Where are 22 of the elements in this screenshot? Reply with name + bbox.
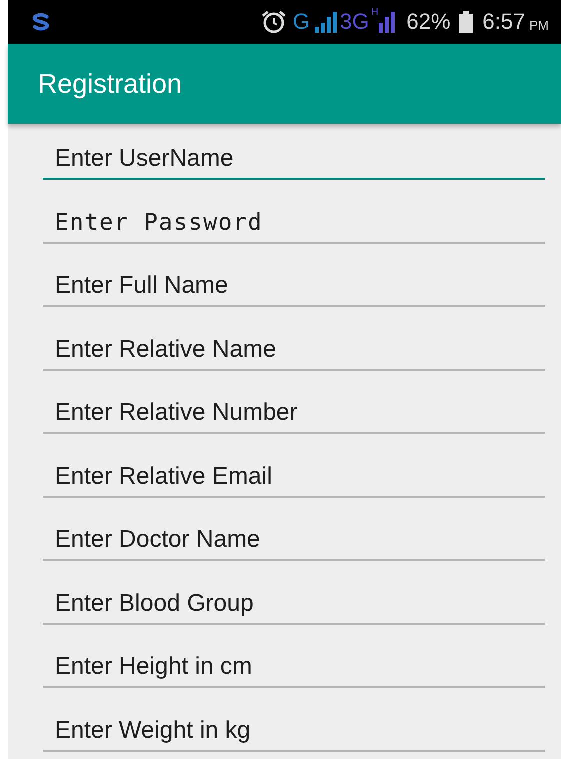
battery-icon	[458, 11, 473, 33]
signal-icon	[314, 11, 338, 33]
input-field[interactable]: Enter Relative Number	[43, 394, 545, 434]
network-type: H	[371, 8, 379, 18]
alarm-icon	[260, 10, 287, 34]
input-field[interactable]: Enter Relative Name	[43, 330, 545, 370]
toolbar-title: Registration	[38, 68, 182, 101]
input-field[interactable]: Enter UserName	[43, 140, 545, 180]
battery-percent: 62%	[406, 11, 451, 33]
input-field[interactable]: Enter Doctor Name	[43, 521, 545, 561]
network-type: G	[292, 11, 310, 33]
input-field[interactable]: Enter Weight in kg	[43, 712, 545, 752]
network-type: 3G	[340, 11, 370, 33]
app-logo-icon	[30, 12, 52, 32]
input-field[interactable]: Enter Height in cm	[43, 648, 545, 688]
input-field[interactable]: Enter Full Name	[43, 267, 545, 307]
input-field[interactable]: Enter Blood Group	[43, 584, 545, 624]
input-field[interactable]: Enter Password	[43, 204, 545, 244]
signal-icon	[378, 11, 395, 33]
clock-time: 6:57	[482, 11, 526, 33]
clock-period: PM	[530, 19, 549, 32]
input-field[interactable]: Enter Relative Email	[43, 458, 545, 498]
